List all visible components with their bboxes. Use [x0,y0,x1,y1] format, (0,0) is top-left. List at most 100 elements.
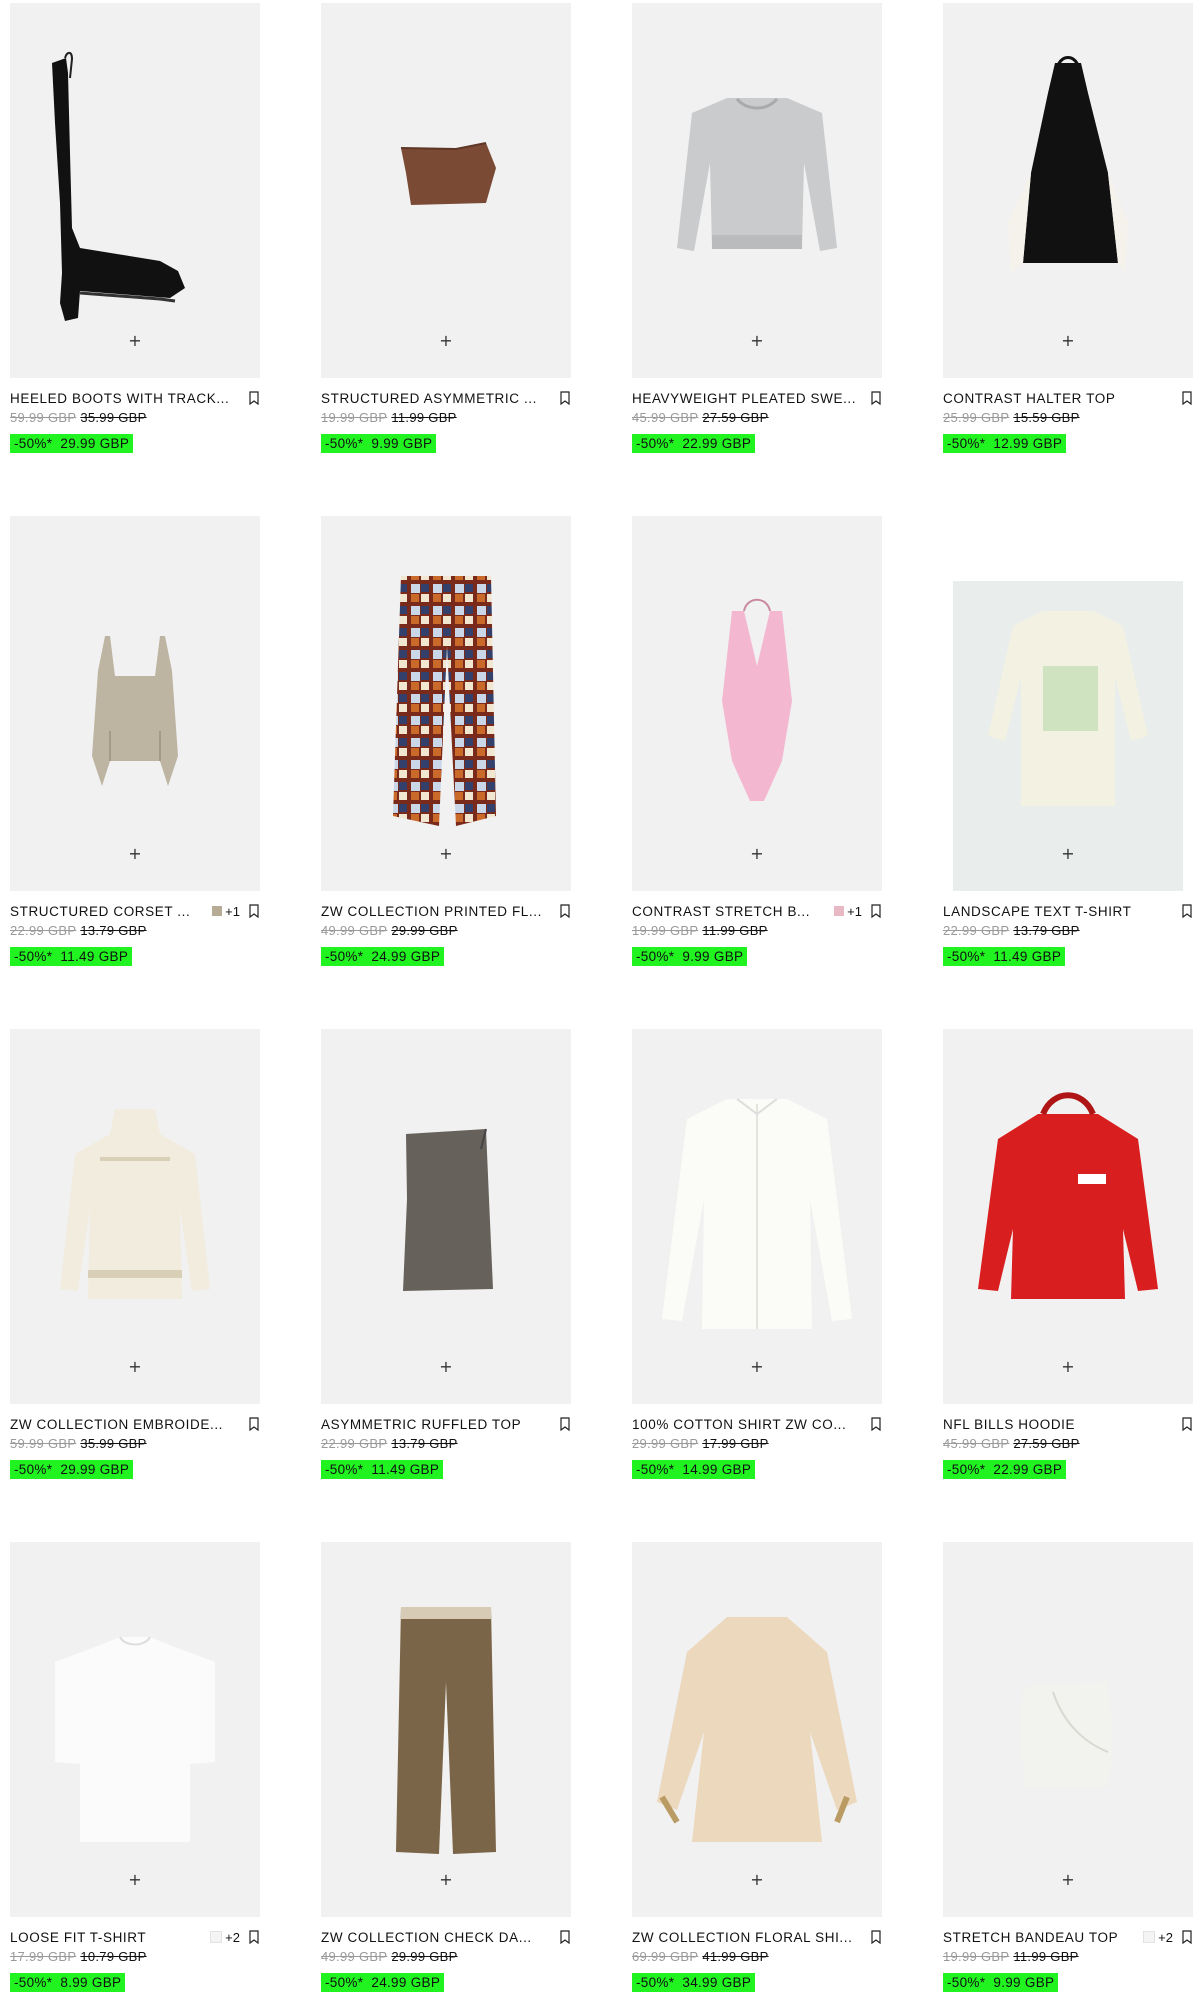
plus-icon[interactable]: + [747,1356,767,1376]
pink-bodysuit-image [722,598,792,801]
bookmark-icon[interactable] [870,1417,882,1432]
product-card[interactable]: + NFL BILLS HOODIE 45.99 GBP 27.59 GBP -5… [943,1029,1193,1479]
product-card[interactable]: + ZW COLLECTION FLORAL SHI... 69.99 GBP 4… [632,1542,882,1992]
bookmark-icon[interactable] [559,1417,571,1432]
bookmark-icon[interactable] [248,904,260,919]
bookmark-icon[interactable] [1181,1930,1193,1945]
plus-icon[interactable]: + [1058,1869,1078,1889]
bookmark-icon[interactable] [870,1930,882,1945]
product-name[interactable]: STRETCH BANDEAU TOP [943,1930,1137,1945]
product-image[interactable]: + [632,3,882,378]
product-card[interactable]: + CONTRAST HALTER TOP 25.99 GBP 15.59 GBP… [943,3,1193,453]
product-image[interactable]: + [10,1542,260,1917]
product-name[interactable]: ZW COLLECTION EMBROIDE... [10,1417,240,1432]
product-image[interactable]: + [321,1029,571,1404]
product-card[interactable]: + ASYMMETRIC RUFFLED TOP 22.99 GBP 13.79 … [321,1029,571,1479]
product-card[interactable]: + HEAVYWEIGHT PLEATED SWE... 45.99 GBP 27… [632,3,882,453]
product-name[interactable]: ZW COLLECTION FLORAL SHI... [632,1930,862,1945]
plus-icon[interactable]: + [436,330,456,350]
bookmark-icon[interactable] [248,1930,260,1945]
plus-icon[interactable]: + [747,843,767,863]
product-title-row: ZW COLLECTION CHECK DA... [321,1927,571,1947]
plus-icon[interactable]: + [1058,1356,1078,1376]
product-name[interactable]: STRUCTURED ASYMMETRIC ... [321,391,551,406]
product-name[interactable]: ZW COLLECTION CHECK DA... [321,1930,551,1945]
plus-icon[interactable]: + [1058,843,1078,863]
product-image[interactable]: + [943,516,1193,891]
product-image[interactable]: + [632,1542,882,1917]
boots-image [52,51,185,321]
plus-icon[interactable]: + [436,843,456,863]
product-card[interactable]: + ZW COLLECTION CHECK DA... 49.99 GBP 29.… [321,1542,571,1992]
product-image[interactable]: + [10,516,260,891]
sale-price: 11.49 GBP [993,949,1062,964]
product-image[interactable]: + [943,1029,1193,1404]
bookmark-icon[interactable] [559,1930,571,1945]
color-swatch[interactable] [1143,1931,1156,1943]
product-name[interactable]: CONTRAST STRETCH B... [632,904,828,919]
product-title-row: LANDSCAPE TEXT T-SHIRT [943,901,1193,921]
previous-price: 35.99 GBP [80,410,147,425]
more-colors-count: +2 [1158,1929,1173,1945]
product-name[interactable]: LOOSE FIT T-SHIRT [10,1930,204,1945]
product-name[interactable]: STRUCTURED CORSET ... [10,904,206,919]
sale-price: 9.99 GBP [682,949,744,964]
product-card[interactable]: + CONTRAST STRETCH B... +1 19.99 GBP 11.9… [632,516,882,966]
product-image[interactable]: + [943,1542,1193,1917]
product-image[interactable]: + [321,3,571,378]
plus-icon[interactable]: + [125,843,145,863]
sale-price: 11.49 GBP [371,1462,440,1477]
bookmark-icon[interactable] [1181,1417,1193,1432]
color-swatch[interactable] [212,906,223,916]
product-card[interactable]: + HEELED BOOTS WITH TRACK... 59.99 GBP 35… [10,3,260,453]
bookmark-icon[interactable] [1181,904,1193,919]
product-image[interactable]: + [632,516,882,891]
plus-icon[interactable]: + [1058,330,1078,350]
product-image[interactable]: + [632,1029,882,1404]
product-name[interactable]: HEELED BOOTS WITH TRACK... [10,391,240,406]
plus-icon[interactable]: + [125,1869,145,1889]
bookmark-icon[interactable] [248,391,260,406]
plus-icon[interactable]: + [436,1869,456,1889]
bookmark-icon[interactable] [248,1417,260,1432]
original-price: 17.99 GBP [10,1949,77,1964]
product-image[interactable]: + [10,1029,260,1404]
product-image[interactable]: + [321,516,571,891]
plus-icon[interactable]: + [125,330,145,350]
product-image[interactable]: + [943,3,1193,378]
plus-icon[interactable]: + [747,1869,767,1889]
color-swatch[interactable] [210,1931,223,1943]
plus-icon[interactable]: + [436,1356,456,1376]
product-card[interactable]: + ZW COLLECTION EMBROIDE... 59.99 GBP 35.… [10,1029,260,1479]
bookmark-icon[interactable] [559,391,571,406]
product-name[interactable]: LANDSCAPE TEXT T-SHIRT [943,904,1173,919]
bookmark-icon[interactable] [870,391,882,406]
plus-icon[interactable]: + [125,1356,145,1376]
sale-price: 24.99 GBP [371,1975,441,1990]
sale-price: 9.99 GBP [371,436,433,451]
product-name[interactable]: ZW COLLECTION PRINTED FL... [321,904,551,919]
product-name[interactable]: NFL BILLS HOODIE [943,1417,1173,1432]
product-name[interactable]: HEAVYWEIGHT PLEATED SWE... [632,391,862,406]
product-image[interactable]: + [321,1542,571,1917]
product-card[interactable]: + STRETCH BANDEAU TOP +2 19.99 GBP 11.99 … [943,1542,1193,1992]
product-card[interactable]: + STRUCTURED CORSET ... +1 22.99 GBP 13.7… [10,516,260,966]
product-card[interactable]: + ZW COLLECTION PRINTED FL... 49.99 GBP 2… [321,516,571,966]
product-name[interactable]: 100% COTTON SHIRT ZW CO... [632,1417,862,1432]
product-card[interactable]: + LANDSCAPE TEXT T-SHIRT 22.99 GBP 13.79 … [943,516,1193,966]
bookmark-icon[interactable] [870,904,882,919]
discount-percent: -50%* [325,1462,364,1477]
bookmark-icon[interactable] [559,904,571,919]
color-swatch[interactable] [834,906,845,916]
plus-icon[interactable]: + [747,330,767,350]
product-card[interactable]: + LOOSE FIT T-SHIRT +2 17.99 GBP 10.79 GB… [10,1542,260,1992]
product-card[interactable]: + STRUCTURED ASYMMETRIC ... 19.99 GBP 11.… [321,3,571,453]
product-card[interactable]: + 100% COTTON SHIRT ZW CO... 29.99 GBP 17… [632,1029,882,1479]
product-title-row: LOOSE FIT T-SHIRT +2 [10,1927,260,1947]
bookmark-icon[interactable] [1181,391,1193,406]
product-name[interactable]: CONTRAST HALTER TOP [943,391,1173,406]
product-title-row: STRETCH BANDEAU TOP +2 [943,1927,1193,1947]
product-image[interactable]: + [10,3,260,378]
product-name[interactable]: ASYMMETRIC RUFFLED TOP [321,1417,551,1432]
original-price: 19.99 GBP [321,410,388,425]
